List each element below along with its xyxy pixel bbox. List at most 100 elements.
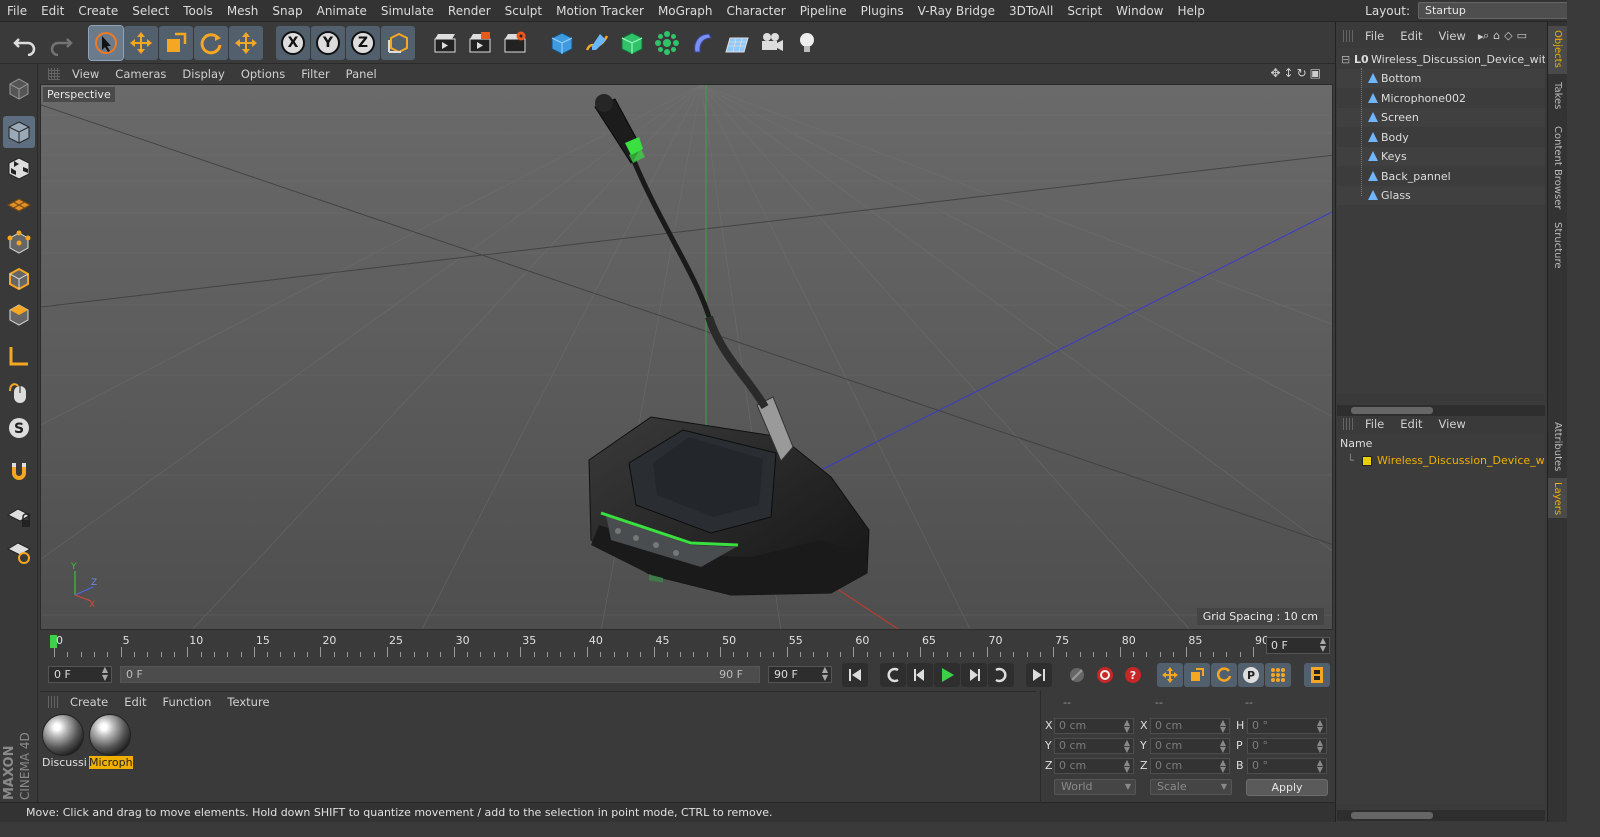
workplane-mode-button[interactable] [3,188,35,220]
undo-button[interactable] [8,26,42,60]
tab-content-browser[interactable]: Content Browser [1548,122,1568,214]
next-frame-button[interactable] [961,663,987,687]
enable-axis-button[interactable] [3,340,35,372]
menu-mograph[interactable]: MoGraph [651,0,720,22]
planar-workplane-button[interactable] [3,536,35,568]
go-to-start-button[interactable] [842,663,868,687]
material-menu-edit[interactable]: Edit [116,692,154,712]
transform-tool-button[interactable] [229,26,263,60]
menu-simulate[interactable]: Simulate [374,0,441,22]
tree-item[interactable]: Bottom [1337,69,1545,88]
timeline-window-button[interactable] [1304,663,1330,687]
collapse-icon[interactable]: ⊟ [1341,50,1350,69]
start-frame-field[interactable]: 0 F ▲ ▼ [48,666,112,683]
add-camera-button[interactable] [755,26,789,60]
render-view-button[interactable] [428,26,462,60]
frame-range-slider[interactable]: 0 F 90 F [120,666,760,683]
make-editable-button[interactable] [3,72,35,104]
layer-color-swatch[interactable] [1362,456,1372,466]
coordinate-system-button[interactable] [381,26,415,60]
position-y-field[interactable]: 0 cm ▲ ▼ [1054,738,1134,754]
objects-menu-file[interactable]: File [1357,26,1392,46]
size-mode-select[interactable]: Scale ▼ [1150,779,1232,795]
render-to-picture-viewer-button[interactable] [463,26,497,60]
key-rotation-button[interactable] [1211,663,1237,687]
pan-icon[interactable]: ✥ [1270,66,1283,80]
dolly-icon[interactable]: ↕ [1284,66,1297,80]
tree-item[interactable]: Body [1337,128,1545,147]
viewport-menu-panel[interactable]: Panel [338,64,385,84]
tab-layers[interactable]: Layers [1548,478,1568,518]
live-selection-button[interactable] [88,25,124,61]
position-x-field[interactable]: 0 cm ▲ ▼ [1054,718,1134,734]
locked-workplane-button[interactable] [3,500,35,532]
material-swatch-selected[interactable]: Microph [89,714,133,772]
add-spline-button[interactable] [580,26,614,60]
objects-menu-view[interactable]: View [1431,26,1474,46]
maximize-icon[interactable]: ▣ [1310,66,1324,80]
current-frame-field[interactable]: 0 F ▲ ▼ [1266,637,1330,654]
menu-plugins[interactable]: Plugins [854,0,911,22]
menu-sculpt[interactable]: Sculpt [498,0,549,22]
material-menu-function[interactable]: Function [155,692,220,712]
add-deformer-button[interactable] [685,26,719,60]
layers-menu-view[interactable]: View [1431,414,1474,434]
menu-animate[interactable]: Animate [310,0,374,22]
search-icon[interactable]: ⌕ [1483,29,1493,42]
size-z-field[interactable]: 0 cm ▲ ▼ [1150,758,1230,774]
add-subdivision-button[interactable] [615,26,649,60]
scrollbar-thumb[interactable] [1351,812,1433,819]
layout-select[interactable]: Startup▼ [1418,2,1584,19]
tree-item-root[interactable]: ⊟ L0 Wireless_Discussion_Device_with_1 [1337,50,1545,69]
material-menu-texture[interactable]: Texture [219,692,277,712]
key-parameter-button[interactable]: P [1238,663,1264,687]
motion-recording-button[interactable] [1064,663,1090,687]
z-axis-lock-button[interactable]: Z [346,26,380,60]
scale-tool-button[interactable] [159,26,193,60]
tree-item[interactable]: Screen [1337,108,1545,127]
rotation-b-field[interactable]: 0 ° ▲ ▼ [1247,758,1327,774]
material-swatch[interactable]: Discussi [42,714,86,772]
add-array-button[interactable] [650,26,684,60]
new-window-icon[interactable]: ▭ [1517,29,1531,42]
menu-motion-tracker[interactable]: Motion Tracker [549,0,651,22]
render-settings-button[interactable] [498,26,532,60]
end-frame-field[interactable]: 90 F ▲ ▼ [768,666,832,683]
viewport-menu-options[interactable]: Options [233,64,293,84]
menu-render[interactable]: Render [441,0,498,22]
points-mode-button[interactable] [3,226,35,258]
objects-menu-edit[interactable]: Edit [1392,26,1430,46]
viewport-menu-cameras[interactable]: Cameras [107,64,174,84]
redo-button[interactable] [44,26,78,60]
previous-frame-button[interactable] [907,663,933,687]
layers-menu-edit[interactable]: Edit [1392,414,1430,434]
layer-row[interactable]: └ Wireless_Discussion_Device_with_ [1337,451,1545,470]
previous-key-button[interactable] [880,663,906,687]
menu-snap[interactable]: Snap [265,0,309,22]
size-x-field[interactable]: 0 cm ▲ ▼ [1150,718,1230,734]
key-position-button[interactable] [1157,663,1183,687]
tweak-mode-button[interactable] [3,376,35,408]
position-z-field[interactable]: 0 cm ▲ ▼ [1054,758,1134,774]
scrollbar-thumb[interactable] [1351,407,1433,414]
tree-item[interactable]: Back_pannel [1337,167,1545,186]
record-active-objects-button[interactable] [1092,663,1118,687]
coordinate-space-select[interactable]: World ▼ [1054,779,1136,795]
tab-structure[interactable]: Structure [1548,218,1568,274]
tree-item[interactable]: Glass [1337,186,1545,205]
viewport-camera-label[interactable]: Perspective [43,87,115,102]
menu-select[interactable]: Select [125,0,176,22]
snap-button[interactable] [3,456,35,488]
menu-window[interactable]: Window [1109,0,1170,22]
solo-button[interactable]: S [3,412,35,444]
apply-button[interactable]: Apply [1246,779,1328,796]
key-scale-button[interactable] [1184,663,1210,687]
texture-mode-button[interactable] [3,152,35,184]
rotation-p-field[interactable]: 0 ° ▲ ▼ [1247,738,1327,754]
size-y-field[interactable]: 0 cm ▲ ▼ [1150,738,1230,754]
polygons-mode-button[interactable] [3,298,35,330]
autokeying-button[interactable]: ? [1120,663,1146,687]
viewport-menu-display[interactable]: Display [174,64,232,84]
orbit-icon[interactable]: ↻ [1297,66,1310,80]
add-cube-button[interactable] [545,26,579,60]
